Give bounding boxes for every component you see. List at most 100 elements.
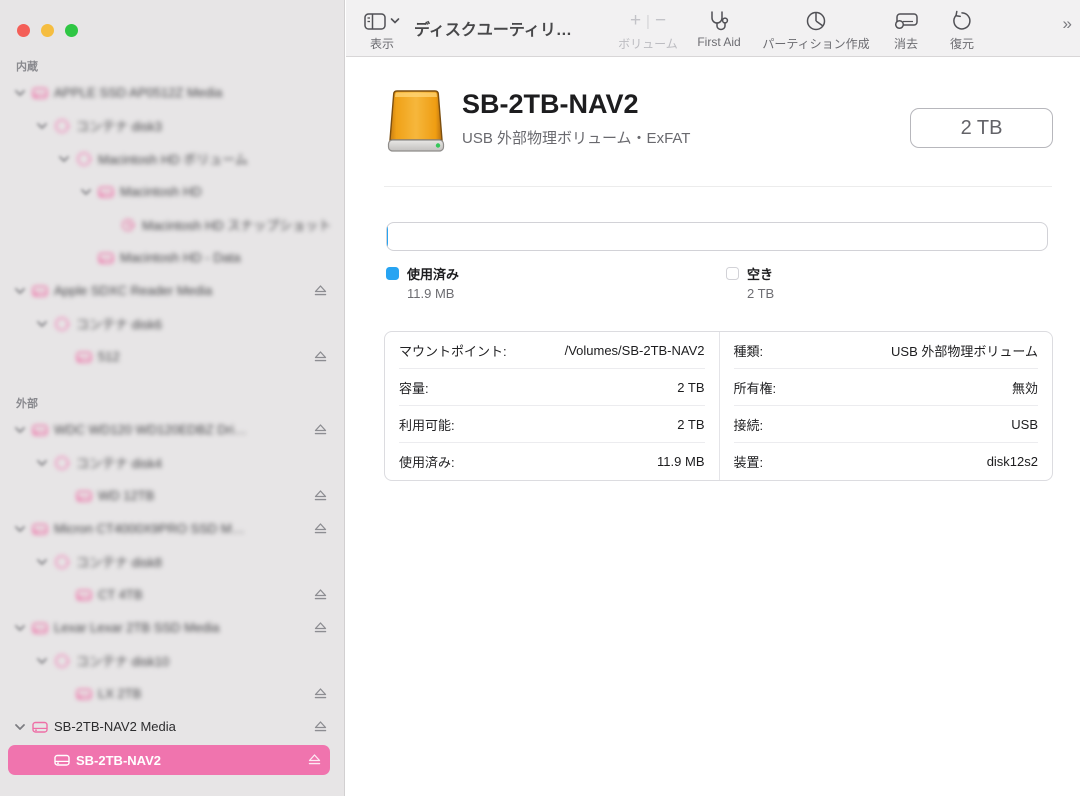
sidebar-item-macintosh-hd[interactable]: Macintosh HD	[0, 175, 344, 208]
container-icon	[50, 455, 74, 471]
chevron-down-icon[interactable]	[34, 555, 50, 569]
container-icon	[50, 554, 74, 570]
sidebar-item-ct-4tb[interactable]: CT 4TB	[0, 578, 344, 611]
sidebar-item-wd-12tb[interactable]: WD 12TB	[0, 479, 344, 512]
detail-row-capacity: 容量: 2 TB	[385, 369, 719, 406]
sidebar-item-sb2tb-media[interactable]: SB-2TB-NAV2 Media	[0, 710, 344, 743]
eject-icon[interactable]	[313, 686, 328, 701]
container-icon	[50, 316, 74, 332]
detail-row-connection: 接続: USB	[720, 406, 1053, 443]
main-area: 表示 ディスクユーティリ… + | − ボリューム First Aid	[346, 0, 1080, 796]
chevron-down-icon[interactable]	[12, 86, 28, 100]
add-volume-button[interactable]: +	[630, 10, 641, 32]
sidebar-item-sd-volume[interactable]: 512	[0, 340, 344, 373]
chevron-down-icon[interactable]	[34, 654, 50, 668]
chevron-down-icon[interactable]	[56, 152, 72, 166]
erase-button[interactable]: 消去	[882, 8, 930, 52]
window-title: ディスクユーティリ…	[414, 16, 572, 40]
internal-disk-icon	[28, 85, 52, 101]
chevron-down-icon[interactable]	[34, 456, 50, 470]
sidebar-item-container-disk6[interactable]: コンテナ disk6	[0, 307, 344, 340]
sidebar-item-lexar-volume[interactable]: LX 2TB	[0, 677, 344, 710]
minimize-window-button[interactable]	[41, 24, 54, 37]
eject-icon[interactable]	[313, 349, 328, 364]
volume-subtitle: USB 外部物理ボリューム・ExFAT	[462, 127, 690, 148]
volume-icon	[94, 184, 118, 200]
eject-icon[interactable]	[307, 752, 322, 767]
external-disk-icon	[28, 521, 52, 537]
sidebar-item-macintosh-hd-data[interactable]: Macintosh HD - Data	[0, 241, 344, 274]
external-disk-icon	[28, 719, 52, 735]
detail-row-used: 使用済み: 11.9 MB	[385, 443, 719, 480]
eject-icon[interactable]	[313, 422, 328, 437]
detail-row-mount-point: マウントポイント: /Volumes/SB-2TB-NAV2	[385, 332, 719, 369]
chevron-down-icon[interactable]	[34, 317, 50, 331]
chevron-down-icon[interactable]	[12, 284, 28, 298]
legend-free: 空き	[726, 264, 773, 283]
sidebar-item-container-disk3[interactable]: コンテナ disk3	[0, 109, 344, 142]
external-disk-icon	[28, 283, 52, 299]
external-disk-icon	[28, 620, 52, 636]
volume-title: SB-2TB-NAV2	[462, 89, 639, 120]
close-window-button[interactable]	[17, 24, 30, 37]
sidebar-item-container-disk10[interactable]: コンテナ disk10	[0, 644, 344, 677]
eject-icon[interactable]	[313, 587, 328, 602]
container-icon	[50, 118, 74, 134]
sidebar-item-container-disk8[interactable]: コンテナ disk8	[0, 545, 344, 578]
volume-icon	[72, 349, 96, 365]
sidebar-item-wdc-media[interactable]: WDC WD120 WD120EDBZ Dri…	[0, 413, 344, 446]
free-swatch	[726, 267, 739, 280]
zoom-window-button[interactable]	[65, 24, 78, 37]
orange-drive-icon	[384, 88, 448, 156]
chevron-down-icon[interactable]	[12, 621, 28, 635]
disk-utility-window: 内蔵 APPLE SSD AP0512Z Media コンテナ disk3 Ma…	[0, 0, 1080, 796]
sidebar-section-external: 外部	[0, 387, 344, 413]
chevron-down-icon[interactable]	[78, 185, 94, 199]
sidebar-view-icon	[364, 13, 386, 30]
sidebar-item-macintosh-hd-volumes[interactable]: Macintosh HD ボリューム	[0, 142, 344, 175]
sidebar-item-sb2tb-volume[interactable]: SB-2TB-NAV2	[8, 745, 330, 775]
toolbar-overflow-button[interactable]: »	[1063, 14, 1070, 34]
view-button[interactable]: 表示	[364, 8, 400, 52]
first-aid-button[interactable]: First Aid	[684, 8, 754, 49]
sidebar-item-apple-ssd[interactable]: APPLE SSD AP0512Z Media	[0, 76, 344, 109]
container-icon	[50, 653, 74, 669]
traffic-lights	[17, 24, 78, 37]
sidebar-item-lexar-media[interactable]: Lexar Lexar 2TB SSD Media	[0, 611, 344, 644]
eject-icon[interactable]	[313, 719, 328, 734]
restore-arrow-icon	[951, 10, 973, 32]
volume-icon	[72, 686, 96, 702]
detail-row-available: 利用可能: 2 TB	[385, 406, 719, 443]
snapshot-icon	[116, 217, 140, 233]
chevron-down-icon[interactable]	[12, 423, 28, 437]
details-left-column: マウントポイント: /Volumes/SB-2TB-NAV2 容量: 2 TB …	[385, 332, 719, 480]
eject-icon[interactable]	[313, 620, 328, 635]
eject-icon[interactable]	[313, 521, 328, 536]
eject-icon[interactable]	[313, 488, 328, 503]
chevron-down-icon[interactable]	[34, 119, 50, 133]
eject-icon[interactable]	[313, 283, 328, 298]
chevron-down-icon[interactable]	[12, 522, 28, 536]
partition-button[interactable]: パーティション作成	[761, 8, 871, 52]
remove-volume-button[interactable]: −	[655, 10, 666, 32]
sidebar-section-internal: 内蔵	[0, 50, 344, 76]
chevron-down-icon[interactable]	[12, 720, 28, 734]
restore-button[interactable]: 復元	[938, 8, 986, 52]
sidebar-item-micron-media[interactable]: Micron CT4000X9PRO SSD M…	[0, 512, 344, 545]
sidebar-item-macintosh-hd-snapshot[interactable]: Macintosh HD スナップショット	[0, 208, 344, 241]
sidebar-item-container-disk4[interactable]: コンテナ disk4	[0, 446, 344, 479]
capacity-badge: 2 TB	[910, 108, 1053, 148]
erase-drive-icon	[893, 10, 919, 32]
volume-detail-panel: SB-2TB-NAV2 USB 外部物理ボリューム・ExFAT 2 TB 使用済…	[346, 58, 1080, 796]
detail-row-device: 装置: disk12s2	[720, 443, 1053, 480]
sidebar: 内蔵 APPLE SSD AP0512Z Media コンテナ disk3 Ma…	[0, 0, 345, 796]
details-right-column: 種類: USB 外部物理ボリューム 所有権: 無効 接続: USB 装置: di…	[719, 332, 1053, 480]
volume-icon	[72, 587, 96, 603]
divider	[384, 186, 1052, 187]
external-disk-icon	[28, 422, 52, 438]
sidebar-item-sdxc-reader[interactable]: Apple SDXC Reader Media	[0, 274, 344, 307]
used-value: 11.9 MB	[407, 286, 454, 301]
free-value: 2 TB	[747, 286, 774, 301]
detail-row-ownership: 所有権: 無効	[720, 369, 1053, 406]
detail-row-type: 種類: USB 外部物理ボリューム	[720, 332, 1053, 369]
